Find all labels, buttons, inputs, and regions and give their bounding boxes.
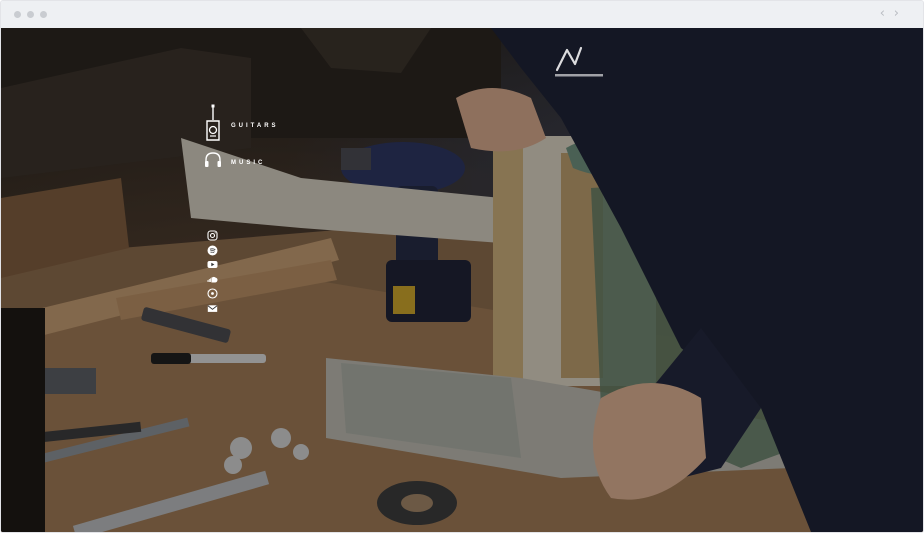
email-icon[interactable] (207, 303, 218, 314)
music-disc-icon[interactable] (207, 288, 218, 299)
spotify-icon[interactable] (207, 245, 218, 256)
workshop-background-image (1, 28, 923, 532)
soundcloud-icon[interactable] (207, 274, 218, 285)
nav-item-guitars[interactable]: GUITARS (204, 104, 279, 147)
headphones-icon (204, 152, 222, 173)
chevron-left-icon[interactable]: ‹ (880, 6, 885, 22)
social-links (207, 230, 219, 317)
nav-label-music: MUSIC (231, 159, 266, 166)
youtube-icon[interactable] (207, 259, 218, 270)
nav-item-music[interactable]: MUSIC (204, 152, 265, 173)
chevron-right-icon[interactable]: › (894, 6, 899, 22)
browser-window: ‹ › GUITARS MUSIC (0, 0, 924, 533)
brand-logo (555, 46, 603, 77)
guitar-icon (204, 104, 222, 147)
window-maximize-dot[interactable] (40, 11, 47, 18)
instagram-icon[interactable] (207, 230, 218, 241)
nav-label-guitars: GUITARS (231, 122, 279, 129)
browser-toolbar: ‹ › (1, 1, 923, 28)
window-minimize-dot[interactable] (27, 11, 34, 18)
window-close-dot[interactable] (14, 11, 21, 18)
hero-section: GUITARS MUSIC (1, 28, 923, 532)
